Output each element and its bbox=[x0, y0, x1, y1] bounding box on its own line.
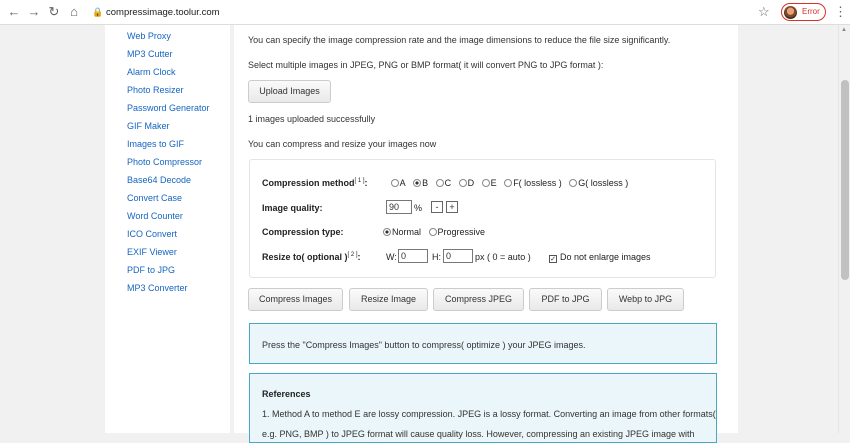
home-icon[interactable]: ⌂ bbox=[66, 4, 82, 20]
compression-method-row: Compression method[ 1 ]: A B C D E F( lo… bbox=[262, 178, 629, 188]
webp-to-jpg-button[interactable]: Webp to JPG bbox=[607, 288, 684, 311]
info-text: Press the "Compress Images" button to co… bbox=[262, 340, 586, 350]
kebab-menu-icon[interactable]: ⋮ bbox=[834, 4, 847, 20]
upload-images-button[interactable]: Upload Images bbox=[248, 80, 331, 103]
radio-icon[interactable] bbox=[481, 179, 490, 187]
scroll-up-icon[interactable]: ▲ bbox=[841, 27, 847, 33]
compress-now-text: You can compress and resize your images … bbox=[248, 139, 437, 149]
settings-panel: Compression method[ 1 ]: A B C D E F( lo… bbox=[249, 159, 716, 278]
width-input[interactable]: 0 bbox=[398, 249, 428, 263]
resize-row: Resize to( optional )[ 2 ]: bbox=[262, 252, 361, 262]
sidebar-item-alarm-clock[interactable]: Alarm Clock bbox=[127, 67, 176, 77]
method-option-b[interactable]: B bbox=[413, 178, 428, 188]
method-option-a[interactable]: A bbox=[390, 178, 406, 188]
checkbox-checked-icon[interactable]: ✓ bbox=[549, 255, 557, 263]
image-quality-input[interactable]: 90 bbox=[386, 200, 412, 214]
reload-icon[interactable]: ↻ bbox=[46, 4, 62, 20]
radio-selected-icon[interactable] bbox=[383, 228, 391, 236]
method-footnote: [ 1 ] bbox=[354, 178, 365, 184]
sidebar-item-ico-convert[interactable]: ICO Convert bbox=[127, 229, 177, 239]
radio-icon[interactable] bbox=[390, 179, 399, 187]
sidebar-item-images-to-gif[interactable]: Images to GIF bbox=[127, 139, 184, 149]
compression-type-label: Compression type: bbox=[262, 227, 344, 237]
sidebar-item-gif-maker[interactable]: GIF Maker bbox=[127, 121, 170, 131]
radio-icon[interactable] bbox=[569, 179, 578, 187]
resize-image-button[interactable]: Resize Image bbox=[349, 288, 428, 311]
method-option-f[interactable]: F( lossless ) bbox=[504, 178, 562, 188]
compression-type-options: Normal Progressive bbox=[383, 227, 490, 237]
type-option-progressive[interactable]: Progressive bbox=[428, 227, 485, 237]
sidebar-item-mp3-converter[interactable]: MP3 Converter bbox=[127, 283, 188, 293]
compress-jpeg-button[interactable]: Compress JPEG bbox=[433, 288, 524, 311]
lock-icon: 🔒 bbox=[92, 7, 104, 17]
compress-images-button[interactable]: Compress Images bbox=[248, 288, 343, 311]
sidebar-item-convert-case[interactable]: Convert Case bbox=[127, 193, 182, 203]
quality-percent: % bbox=[414, 203, 423, 213]
method-option-e[interactable]: E bbox=[481, 178, 497, 188]
height-label: H: bbox=[432, 252, 441, 262]
select-instructions: Select multiple images in JPEG, PNG or B… bbox=[248, 60, 604, 70]
page-scrollbar[interactable]: ▲ bbox=[838, 25, 850, 433]
intro-text: You can specify the image compression ra… bbox=[248, 35, 671, 45]
address-bar[interactable]: 🔒 compressimage.toolur.com bbox=[92, 4, 220, 20]
no-enlarge-option[interactable]: ✓ Do not enlarge images bbox=[549, 252, 651, 263]
forward-arrow-icon[interactable]: → bbox=[26, 4, 42, 20]
compression-method-label: Compression method bbox=[262, 178, 355, 188]
upload-status: 1 images uploaded successfully bbox=[248, 114, 376, 124]
radio-selected-icon[interactable] bbox=[413, 179, 422, 187]
url-text: compressimage.toolur.com bbox=[106, 7, 220, 18]
compression-type-row: Compression type: bbox=[262, 227, 344, 237]
pdf-to-jpg-button[interactable]: PDF to JPG bbox=[529, 288, 602, 311]
resize-footnote: [ 2 ] bbox=[347, 252, 358, 258]
sidebar-nav: Web Proxy MP3 Cutter Alarm Clock Photo R… bbox=[105, 25, 230, 433]
method-option-d[interactable]: D bbox=[458, 178, 474, 188]
sidebar-item-mp3-cutter[interactable]: MP3 Cutter bbox=[127, 49, 173, 59]
page: Web Proxy MP3 Cutter Alarm Clock Photo R… bbox=[0, 25, 838, 443]
bookmark-star-icon[interactable]: ☆ bbox=[758, 4, 770, 20]
sidebar-item-photo-compressor[interactable]: Photo Compressor bbox=[127, 157, 202, 167]
references-title: References bbox=[262, 389, 311, 399]
quality-increase-button[interactable]: + bbox=[446, 201, 458, 213]
main-content: You can specify the image compression ra… bbox=[234, 25, 738, 443]
px-note: px ( 0 = auto ) bbox=[475, 252, 531, 262]
image-quality-row: Image quality: bbox=[262, 203, 323, 213]
sidebar-item-base64-decode[interactable]: Base64 Decode bbox=[127, 175, 191, 185]
profile-error-button[interactable]: Error bbox=[781, 3, 826, 21]
method-option-g[interactable]: G( lossless ) bbox=[569, 178, 628, 188]
profile-status-text: Error bbox=[802, 7, 820, 16]
type-option-normal[interactable]: Normal bbox=[383, 227, 421, 237]
sidebar-item-word-counter[interactable]: Word Counter bbox=[127, 211, 183, 221]
sidebar-item-exif-viewer[interactable]: EXIF Viewer bbox=[127, 247, 177, 257]
avatar bbox=[784, 6, 797, 19]
browser-toolbar: ← → ↻ ⌂ 🔒 compressimage.toolur.com ☆ Erro… bbox=[0, 0, 850, 25]
sidebar-item-photo-resizer[interactable]: Photo Resizer bbox=[127, 85, 184, 95]
radio-icon[interactable] bbox=[504, 179, 513, 187]
quality-decrease-button[interactable]: - bbox=[431, 201, 443, 213]
sidebar-item-password-generator[interactable]: Password Generator bbox=[127, 103, 210, 113]
resize-label: Resize to( optional ) bbox=[262, 252, 348, 262]
sidebar-item-pdf-to-jpg[interactable]: PDF to JPG bbox=[127, 265, 175, 275]
radio-icon[interactable] bbox=[435, 179, 444, 187]
method-option-c[interactable]: C bbox=[435, 178, 451, 188]
scrollbar-thumb[interactable] bbox=[841, 80, 849, 280]
radio-icon[interactable] bbox=[428, 228, 437, 236]
width-label: W: bbox=[386, 252, 397, 262]
references-text: 1. Method A to method E are lossy compre… bbox=[262, 409, 716, 419]
radio-icon[interactable] bbox=[458, 179, 467, 187]
sidebar-item-web-proxy[interactable]: Web Proxy bbox=[127, 31, 171, 41]
height-input[interactable]: 0 bbox=[443, 249, 473, 263]
back-arrow-icon[interactable]: ← bbox=[6, 4, 22, 20]
info-alert: Press the "Compress Images" button to co… bbox=[249, 323, 717, 364]
references-text-line2: e.g. PNG, BMP ) to JPEG format will caus… bbox=[262, 429, 695, 439]
image-quality-label: Image quality: bbox=[262, 203, 323, 213]
